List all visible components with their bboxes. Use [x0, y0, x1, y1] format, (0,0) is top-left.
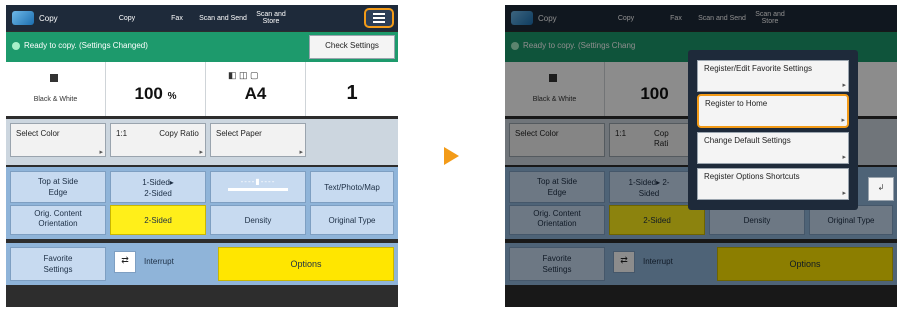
text-photo-map-label: Text/Photo/Map	[324, 183, 380, 192]
density-scale-icon: ‑‑‑‑▮‑‑‑‑	[240, 177, 276, 186]
ratio-cell: 100 %	[106, 62, 206, 116]
original-type-button[interactable]: Original Type	[310, 205, 394, 235]
check-settings-button[interactable]: Check Settings	[309, 35, 395, 59]
orig-content-label: Orig. Content Orientation	[34, 209, 82, 228]
select-color-label: Select Color	[16, 129, 60, 138]
ratio-label: 1:1	[116, 129, 128, 138]
corner-arrow-icon: ▸	[199, 149, 203, 156]
check-settings-label: Check Settings	[325, 41, 379, 50]
menu-icon-line	[373, 17, 385, 19]
sided-1-label: 1-Sided▸	[142, 178, 174, 187]
density-display: ‑‑‑‑▮‑‑‑‑	[210, 171, 306, 203]
corner-arrow-icon: ▸	[299, 149, 303, 156]
sided-2-label: 2-Sided	[144, 189, 172, 198]
menu-button[interactable]	[364, 8, 394, 28]
register-options-shortcuts-item[interactable]: Register Options Shortcuts ▸	[697, 168, 849, 200]
tab-fax[interactable]: Fax	[155, 5, 199, 31]
corner-arrow-icon: ▸	[842, 190, 846, 197]
status-ready-icon	[12, 42, 20, 50]
copy-app-icon	[12, 11, 34, 25]
corner-arrow-icon: ▸	[842, 82, 846, 89]
density-button[interactable]: Density	[210, 205, 306, 235]
corner-arrow-icon: ▸	[842, 154, 846, 161]
menu-item-label: Register Options Shortcuts	[704, 172, 800, 181]
orig-content-orientation-button[interactable]: Orig. Content Orientation	[10, 205, 106, 235]
status-bar: Ready to copy. (Settings Changed) Check …	[6, 32, 398, 62]
density-bar	[228, 188, 288, 191]
top-edge-label: Top at Side Edge	[37, 177, 79, 197]
options-button[interactable]: Options	[218, 247, 394, 281]
corner-arrow-icon: ▸	[841, 117, 845, 124]
two-sided-label: 2-Sided	[144, 216, 172, 225]
paper-size: A4	[244, 84, 267, 103]
ratio-value: 100	[134, 84, 163, 103]
select-color-button[interactable]: Select Color ▸	[10, 123, 106, 157]
tab-scan-and-send[interactable]: Scan and Send	[199, 5, 247, 31]
ratio-display: 100 %	[106, 84, 205, 104]
select-paper-button[interactable]: Select Paper ▸	[210, 123, 306, 157]
interrupt-label: Interrupt	[144, 257, 174, 266]
density-label: Density	[244, 216, 272, 225]
black-white-icon	[50, 74, 58, 82]
select-paper-label: Select Paper	[216, 129, 262, 138]
register-edit-favorite-settings-item[interactable]: Register/Edit Favorite Settings ▸	[697, 60, 849, 92]
two-sided-button[interactable]: 2-Sided	[110, 205, 206, 235]
settings-summary: Black & White 100 % ◧ ◫ ▢ A4 1	[6, 62, 398, 116]
favorite-settings-button[interactable]: Favorite Settings	[10, 247, 106, 281]
left-copy-screen: Copy Copy Fax Scan and Send Scan and Sto…	[6, 5, 398, 307]
quick-settings-panel: Top at Side Edge 1-Sided▸ 2-Sided ‑‑‑‑▮‑…	[6, 167, 398, 239]
menu-item-label: Change Default Settings	[704, 136, 791, 145]
menu-popup: Register/Edit Favorite Settings ▸ Regist…	[688, 50, 858, 210]
tab-copy[interactable]: Copy	[99, 5, 155, 31]
menu-item-label: Register to Home	[705, 99, 768, 108]
basic-settings-row: Select Color ▸ 1:1 Copy Ratio ▸ Select P…	[6, 119, 398, 165]
options-label: Options	[290, 259, 322, 269]
interrupt-icon[interactable]: ⇄	[114, 251, 136, 273]
bottom-actions: Favorite Settings ⇄ Interrupt Options	[6, 243, 398, 285]
paper-source-icons: ◧ ◫ ▢	[228, 70, 259, 80]
menu-icon-line	[373, 21, 385, 23]
top-at-side-edge-display: Top at Side Edge	[10, 171, 106, 203]
corner-arrow-icon: ▸	[99, 149, 103, 156]
ratio-unit: %	[167, 91, 177, 102]
original-type-label: Original Type	[328, 216, 376, 225]
paper-cell: ◧ ◫ ▢ A4	[206, 62, 306, 116]
menu-item-label: Register/Edit Favorite Settings	[704, 64, 813, 73]
copy-ratio-button[interactable]: 1:1 Copy Ratio ▸	[110, 123, 206, 157]
status-text: Ready to copy. (Settings Changed)	[24, 41, 148, 50]
app-name: Copy	[39, 13, 58, 23]
color-mode-cell: Black & White	[6, 62, 106, 116]
next-step-arrow-icon	[444, 147, 459, 165]
top-bar: Copy Copy Fax Scan and Send Scan and Sto…	[6, 5, 398, 31]
sided-display: 1-Sided▸ 2-Sided	[110, 171, 206, 203]
favorite-settings-label: Favorite Settings	[43, 254, 73, 274]
register-to-home-item[interactable]: Register to Home ▸	[697, 94, 849, 128]
close-popup-button[interactable]: ↲	[868, 177, 894, 201]
right-copy-screen-menu-open: Copy Copy Fax Scan and Send Scan and Sto…	[505, 5, 897, 307]
copies-cell: 1	[306, 62, 398, 116]
color-mode-label: Black & White	[33, 96, 78, 103]
change-default-settings-item[interactable]: Change Default Settings ▸	[697, 132, 849, 164]
text-photo-map-display: Text/Photo/Map	[310, 171, 394, 203]
copy-ratio-label: Copy Ratio	[159, 129, 199, 138]
menu-icon-line	[373, 13, 385, 15]
copy-count: 1	[346, 82, 358, 104]
bottom-strip	[6, 287, 398, 307]
tab-scan-and-store[interactable]: Scan and Store	[247, 5, 295, 31]
